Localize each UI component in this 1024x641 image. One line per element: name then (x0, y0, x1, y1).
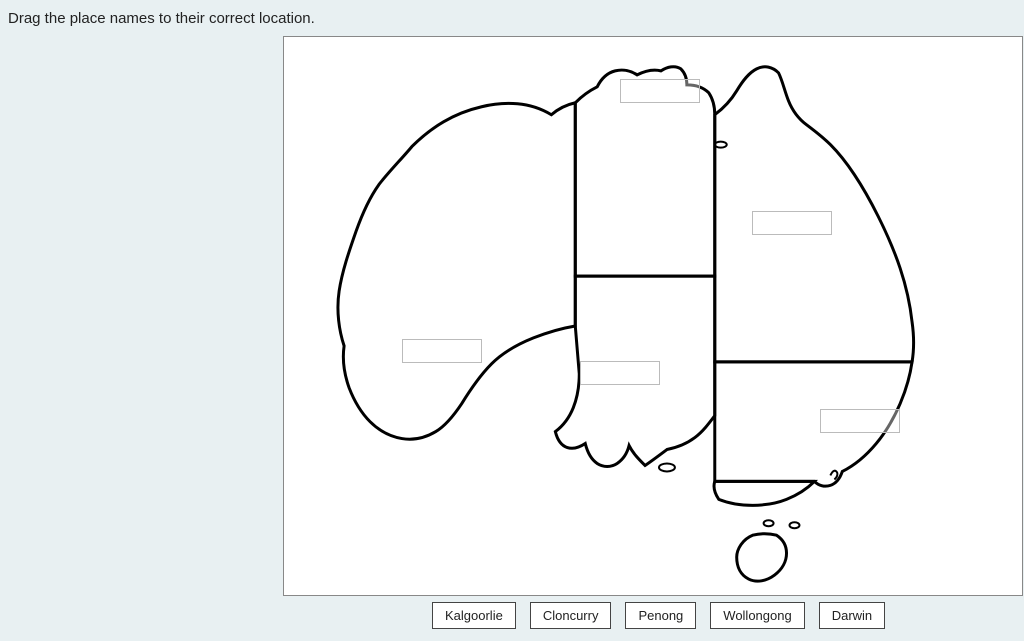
label-cloncurry[interactable]: Cloncurry (530, 602, 612, 629)
label-wollongong[interactable]: Wollongong (710, 602, 804, 629)
drop-target-southeast[interactable] (820, 409, 900, 433)
label-penong[interactable]: Penong (625, 602, 696, 629)
label-darwin[interactable]: Darwin (819, 602, 885, 629)
label-kalgoorlie[interactable]: Kalgoorlie (432, 602, 516, 629)
instruction-text: Drag the place names to their correct lo… (8, 10, 315, 27)
drop-target-south-central[interactable] (580, 361, 660, 385)
labels-row: Kalgoorlie Cloncurry Penong Wollongong D… (432, 602, 885, 629)
drop-target-northeast[interactable] (752, 211, 832, 235)
drop-target-west[interactable] (402, 339, 482, 363)
map-container (283, 36, 1023, 596)
australia-map (284, 37, 1022, 595)
drop-target-north[interactable] (620, 79, 700, 103)
